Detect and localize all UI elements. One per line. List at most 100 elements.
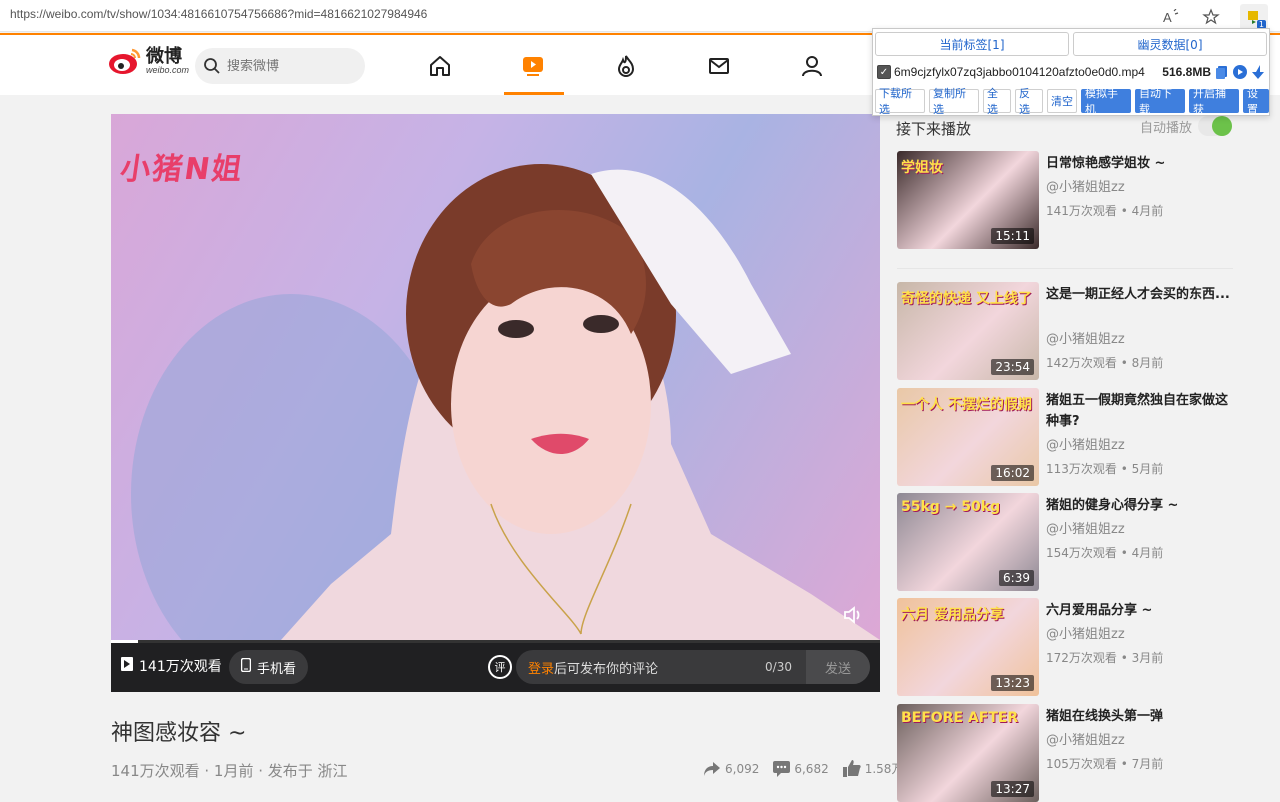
like-button[interactable]: 1.58万 xyxy=(842,760,903,777)
up-next-thumbnail[interactable]: 一个人 不摆烂的假期 16:02 xyxy=(897,388,1039,486)
views-indicator: 141万次观看 xyxy=(121,656,222,676)
search-input[interactable] xyxy=(227,58,347,74)
home-nav-icon[interactable] xyxy=(425,51,455,81)
up-next-author[interactable]: @小猪姐姐zz xyxy=(1046,623,1125,642)
up-next-thumbnail[interactable]: BEFORE AFTER 13:27 xyxy=(897,704,1039,802)
download-selected-button[interactable]: 下载所选 xyxy=(875,87,925,116)
simulate-mobile-button[interactable]: 模拟手机 xyxy=(1081,87,1131,116)
up-next-thumbnail[interactable]: 六月 爱用品分享 13:23 xyxy=(897,598,1039,696)
file-actions xyxy=(1215,65,1265,79)
up-next-title[interactable]: 六月爱用品分享 ~ xyxy=(1046,600,1230,621)
duration-badge: 13:27 xyxy=(991,781,1034,797)
video-meta: 141万次观看 · 1月前 · 发布于 浙江 xyxy=(111,762,348,780)
up-next-author[interactable]: @小猪姐姐zz xyxy=(1046,176,1125,195)
video-nav-icon[interactable] xyxy=(518,51,548,81)
up-next-author[interactable]: @小猪姐姐zz xyxy=(1046,518,1125,537)
autoplay-toggle[interactable] xyxy=(1198,116,1232,136)
duration-badge: 6:39 xyxy=(999,570,1034,586)
views-label: 141万次观看 xyxy=(139,659,222,675)
start-capture-button[interactable]: 开启捕获 xyxy=(1189,87,1239,116)
profile-nav-icon[interactable] xyxy=(797,51,827,81)
up-next-meta: 141万次观看 • 4月前 xyxy=(1046,204,1164,218)
up-next-thumbnail[interactable]: 奇怪的快递 又上线了 23:54 xyxy=(897,282,1039,380)
thumbnail-caption: 奇怪的快递 又上线了 xyxy=(901,291,1032,307)
up-next-thumbnail[interactable]: 学姐妆 15:11 xyxy=(897,151,1039,249)
up-next-meta: 172万次观看 • 3月前 xyxy=(1046,651,1164,665)
address-url[interactable]: https://weibo.com/tv/show/1034:481661075… xyxy=(10,7,427,21)
logo-cn: 微博 xyxy=(146,45,182,67)
share-count: 6,092 xyxy=(725,761,760,776)
phone-icon xyxy=(240,657,252,676)
volume-icon[interactable] xyxy=(842,604,864,626)
copy-icon[interactable] xyxy=(1215,65,1229,79)
comment-count-icon xyxy=(773,760,791,777)
read-aloud-icon[interactable]: A xyxy=(1160,6,1182,28)
mobile-view-button[interactable]: 手机看 xyxy=(229,650,309,684)
downloader-extension-icon[interactable]: 1 xyxy=(1240,4,1268,30)
auto-download-button[interactable]: 自动下载 xyxy=(1135,87,1185,116)
up-next-title[interactable]: 猪姐五一假期竟然独自在家做这种事? xyxy=(1046,390,1230,432)
up-next-meta: 142万次观看 • 8月前 xyxy=(1046,356,1164,370)
thumbnail-caption: 55kg → 50kg xyxy=(901,499,1001,515)
download-icon[interactable] xyxy=(1251,65,1265,79)
duration-badge: 15:11 xyxy=(991,228,1034,244)
up-next-card[interactable]: 奇怪的快递 又上线了 23:54 这是一期正经人才会买的东西... @小猪姐姐zz 14… xyxy=(897,282,1233,380)
duration-badge: 23:54 xyxy=(991,359,1034,375)
file-checkbox[interactable]: ✓ xyxy=(877,65,891,79)
copy-selected-button[interactable]: 复制所选 xyxy=(929,87,979,116)
hot-nav-icon[interactable] xyxy=(611,51,641,81)
play-preview-icon[interactable] xyxy=(1233,65,1247,79)
up-next-meta: 105万次观看 • 7月前 xyxy=(1046,757,1164,771)
up-next-author[interactable]: @小猪姐姐zz xyxy=(1046,328,1125,347)
up-next-title[interactable]: 日常惊艳感学姐妆 ~ xyxy=(1046,153,1230,174)
downloader-extension-popup: 当前标签[1] 幽灵数据[0] ✓ 6m9cjzfylx07zq3jabbo01… xyxy=(872,28,1270,116)
up-next-card[interactable]: 六月 爱用品分享 13:23 六月爱用品分享 ~ @小猪姐姐zz 172万次观看 • 3… xyxy=(897,598,1233,696)
weibo-logo[interactable]: 微博 weibo.com xyxy=(108,47,189,75)
file-name: 6m9cjzfylx07zq3jabbo0104120afzto0e0d0.mp… xyxy=(894,65,1145,79)
tab-current[interactable]: 当前标签[1] xyxy=(875,32,1069,56)
play-icon[interactable] xyxy=(121,657,133,675)
up-next-card[interactable]: 学姐妆 15:11 日常惊艳感学姐妆 ~ @小猪姐姐zz 141万次观看 • 4月前 xyxy=(897,151,1233,249)
mobile-view-label: 手机看 xyxy=(257,661,297,677)
up-next-author[interactable]: @小猪姐姐zz xyxy=(1046,729,1125,748)
up-next-title[interactable]: 这是一期正经人才会买的东西... xyxy=(1046,284,1230,305)
up-next-title[interactable]: 猪姐的健身心得分享 ~ xyxy=(1046,495,1230,516)
video-brand-overlay: 小猪N姐 xyxy=(118,152,247,187)
search-box[interactable] xyxy=(195,48,365,84)
comment-login-link[interactable]: 登录 xyxy=(528,658,554,677)
up-next-thumbnail[interactable]: 55kg → 50kg 6:39 xyxy=(897,493,1039,591)
settings-button[interactable]: 设置 xyxy=(1243,87,1269,116)
up-next-author[interactable]: @小猪姐姐zz xyxy=(1046,434,1125,453)
comment-char-count: 0/30 xyxy=(765,660,792,674)
media-file-row: ✓ 6m9cjzfylx07zq3jabbo0104120afzto0e0d0.… xyxy=(877,60,1267,84)
comment-icon[interactable]: 评 xyxy=(488,655,512,679)
up-next-meta: 154万次观看 • 4月前 xyxy=(1046,546,1164,560)
up-next-header: 接下来播放 自动播放 xyxy=(896,116,1232,138)
message-nav-icon[interactable] xyxy=(704,51,734,81)
send-button[interactable]: 发送 xyxy=(806,650,870,684)
tab-ghost-data[interactable]: 幽灵数据[0] xyxy=(1073,32,1267,56)
up-next-card[interactable]: BEFORE AFTER 13:27 猪姐在线换头第一弹 @小猪姐姐zz 105万次观看… xyxy=(897,704,1233,802)
svg-text:A: A xyxy=(1163,10,1172,25)
select-all-button[interactable]: 全选 xyxy=(983,87,1011,116)
logo-en: weibo.com xyxy=(146,64,190,75)
duration-badge: 13:23 xyxy=(991,675,1034,691)
search-icon xyxy=(203,57,221,75)
autoplay-toggle-knob xyxy=(1212,116,1232,136)
up-next-card[interactable]: 一个人 不摆烂的假期 16:02 猪姐五一假期竟然独自在家做这种事? @小猪姐姐zz 1… xyxy=(897,388,1233,486)
up-next-title[interactable]: 猪姐在线换头第一弹 xyxy=(1046,706,1230,727)
invert-selection-button[interactable]: 反选 xyxy=(1015,87,1043,116)
comment-input[interactable]: 登录 后可发布你的评论 0/30 发送 xyxy=(516,650,870,684)
share-button[interactable]: 6,092 xyxy=(703,761,759,777)
up-next-card[interactable]: 55kg → 50kg 6:39 猪姐的健身心得分享 ~ @小猪姐姐zz 154万次观看… xyxy=(897,493,1233,591)
logo-text: 微博 weibo.com xyxy=(146,45,190,75)
duration-badge: 16:02 xyxy=(991,465,1034,481)
video-controls: 141万次观看 手机看 评 登录 后可发布你的评论 0/30 发送 xyxy=(111,643,880,692)
nav-active-indicator xyxy=(504,92,564,95)
popup-button-row: 下载所选 复制所选 全选 反选 清空 模拟手机 自动下载 开启捕获 设置 xyxy=(875,87,1269,116)
video-player[interactable]: 小猪N姐 xyxy=(111,114,880,640)
clear-button[interactable]: 清空 xyxy=(1047,89,1077,113)
weibo-eye-icon xyxy=(108,47,142,75)
comment-button[interactable]: 6,682 xyxy=(773,760,829,777)
favorite-star-icon[interactable] xyxy=(1200,6,1222,28)
